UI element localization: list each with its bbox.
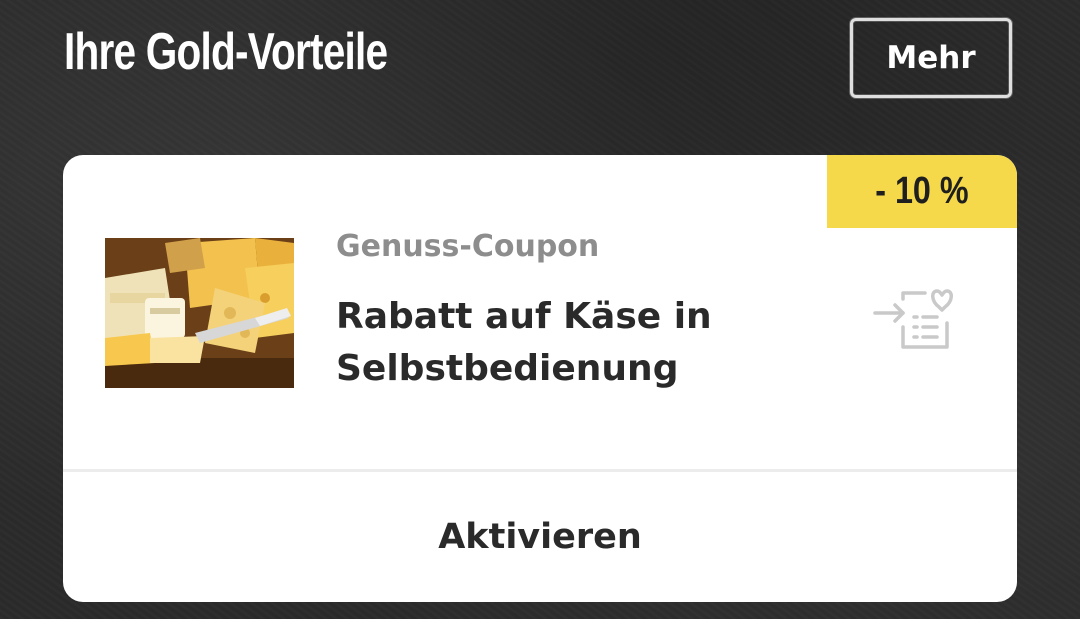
coupon-category: Genuss-Coupon: [336, 229, 600, 264]
coupon-image: [105, 238, 294, 388]
activate-button[interactable]: Aktivieren: [63, 472, 1017, 602]
discount-label: - 10 %: [875, 170, 969, 212]
cheese-image: [105, 238, 294, 388]
discount-badge: - 10 %: [827, 155, 1017, 228]
coupon-card[interactable]: - 10 % Genuss-Coupon Rabatt auf Käse in …: [63, 155, 1017, 602]
coupon-activate-icon[interactable]: [873, 285, 953, 351]
coupon-title: Rabatt auf Käse in Selbstbedienung: [336, 296, 712, 389]
section-title: Ihre Gold-Vorteile: [64, 23, 388, 81]
more-button[interactable]: Mehr: [850, 18, 1012, 98]
